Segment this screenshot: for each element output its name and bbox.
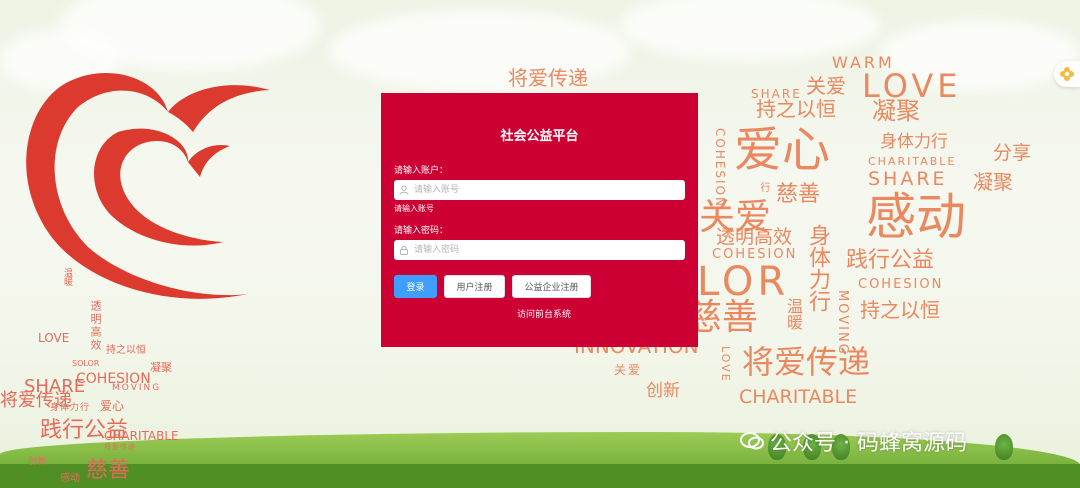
word-cloud-text: MOVING	[112, 383, 162, 393]
account-error-text: 请输入账号	[394, 204, 434, 213]
enterprise-register-button[interactable]: 公益企业注册	[512, 275, 591, 298]
word-cloud-text: 持之以恒	[860, 298, 940, 322]
lock-icon	[394, 245, 414, 255]
word-cloud-text: 行	[758, 182, 769, 194]
word-cloud-text: SOLOR	[72, 359, 100, 368]
grass-ground	[0, 464, 1080, 488]
cloud	[620, 0, 880, 60]
floating-tool-button[interactable]	[1054, 61, 1080, 87]
watermark: 公众号 · 码蜂窝源码	[740, 425, 967, 457]
word-cloud-text: 身体力行	[880, 132, 948, 152]
password-input[interactable]	[414, 241, 674, 259]
word-cloud-text: LOVE	[38, 331, 70, 345]
word-cloud-text: CHARITABLE	[739, 386, 858, 408]
word-cloud-text: 将爱传递	[508, 66, 588, 90]
word-cloud-text: 践行公益	[846, 248, 935, 273]
word-cloud-text: COHESION	[858, 277, 944, 292]
word-cloud-text: 身体力行	[50, 403, 91, 413]
user-register-button[interactable]: 用户注册	[444, 275, 505, 298]
word-cloud-text: 凝聚	[872, 97, 920, 125]
word-cloud-text: 关爱	[806, 74, 846, 98]
account-label: 请输入账户：	[394, 166, 449, 176]
login-panel: 社会公益平台 请输入账户： 请输入账号 请输入密码： 登录 用户注册 公益企业注…	[381, 93, 698, 347]
login-button[interactable]: 登录	[394, 275, 437, 298]
word-cloud-text: 慈善	[776, 182, 821, 207]
word-cloud-text: 慈善	[86, 458, 131, 483]
word-cloud-text: CHARITABLE	[104, 429, 179, 443]
word-cloud-text: 温暖	[784, 298, 803, 330]
word-cloud-text: 持之以恒	[756, 97, 836, 121]
word-cloud-text: 感动	[60, 473, 80, 484]
watermark-text: 公众号 · 码蜂窝源码	[770, 431, 967, 456]
chat-icon	[740, 432, 764, 450]
page-title: 社会公益平台	[500, 129, 579, 144]
flower-icon	[1060, 67, 1074, 81]
word-cloud-text: 分享	[993, 142, 1032, 164]
word-cloud-text: 将爱传递	[104, 443, 136, 451]
word-cloud-text: LOVE	[719, 346, 732, 383]
word-cloud-text: 爱心	[734, 122, 831, 178]
tree	[995, 434, 1013, 460]
frontend-system-link[interactable]: 访问前台系统	[517, 307, 571, 320]
word-cloud-text: 凝聚	[973, 170, 1013, 194]
word-cloud-text: LOR	[697, 259, 790, 305]
account-field[interactable]	[394, 180, 685, 200]
password-label: 请输入密码：	[394, 226, 449, 236]
word-cloud-text: 将爱传递	[742, 343, 871, 381]
word-cloud-text: 关爱	[699, 197, 772, 238]
word-cloud-text: 创新	[28, 457, 47, 467]
word-cloud-text: CHARITABLE	[868, 155, 957, 168]
user-icon	[394, 185, 414, 195]
password-field[interactable]	[394, 240, 685, 260]
word-cloud-text: 身体力行	[805, 224, 830, 312]
word-cloud-text: 关爱	[614, 363, 643, 377]
word-cloud-text: 爱心	[100, 399, 125, 413]
word-cloud-text: 持之以恒	[106, 345, 146, 356]
account-input[interactable]	[414, 181, 674, 199]
word-cloud-text: 感动	[866, 188, 966, 246]
word-cloud-text: 创新	[646, 381, 680, 401]
word-cloud-text: 凝聚	[150, 361, 172, 374]
heart-logo-icon	[26, 73, 270, 299]
word-cloud-text: SHARE	[868, 168, 948, 190]
word-cloud-text: COHESION	[713, 128, 727, 209]
